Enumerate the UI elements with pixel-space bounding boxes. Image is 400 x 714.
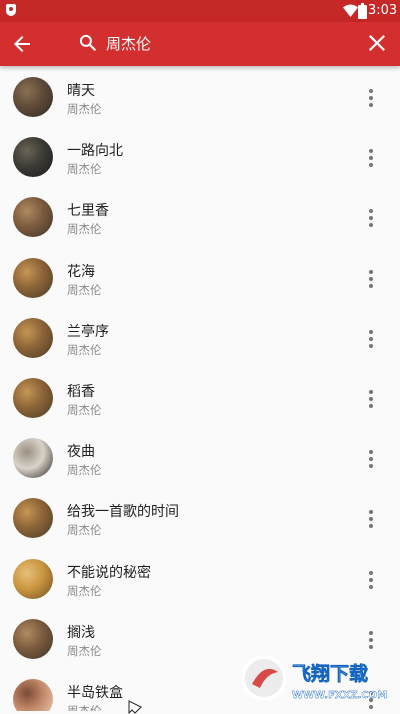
song-artist: 周杰伦 bbox=[67, 342, 102, 357]
status-bar: 3:03 bbox=[0, 0, 400, 22]
song-artist: 周杰伦 bbox=[67, 102, 102, 116]
search-input[interactable] bbox=[106, 31, 336, 55]
search-icon bbox=[79, 34, 96, 51]
song-row[interactable]: 晴天 周杰伦 bbox=[0, 67, 400, 127]
album-cover bbox=[13, 378, 53, 418]
album-cover bbox=[13, 558, 53, 599]
song-artist: 周杰伦 bbox=[67, 403, 102, 417]
song-row[interactable]: 不能说的秘密 周杰伦 bbox=[0, 549, 400, 609]
watermark-text: 飞翔下载 bbox=[292, 662, 368, 685]
song-artist: 周杰伦 bbox=[67, 704, 102, 711]
status-time: 3:03 bbox=[368, 3, 398, 18]
song-title: 兰亭序 bbox=[67, 323, 109, 340]
album-cover bbox=[13, 618, 53, 659]
more-vert-icon[interactable] bbox=[362, 207, 380, 229]
more-vert-icon[interactable] bbox=[362, 629, 380, 651]
more-vert-icon[interactable] bbox=[362, 388, 380, 410]
battery-icon bbox=[358, 3, 367, 19]
song-row[interactable]: 兰亭序 周杰伦 bbox=[0, 308, 400, 368]
more-vert-icon[interactable] bbox=[362, 508, 380, 530]
watermark-logo: 飞翔下载 WWW.FXXZ.COM bbox=[241, 655, 387, 701]
song-title: 花海 bbox=[67, 263, 95, 280]
song-artist: 周杰伦 bbox=[67, 222, 102, 237]
song-row[interactable]: 给我一首歌的时间 周杰伦 bbox=[0, 488, 400, 548]
album-cover bbox=[13, 137, 53, 178]
song-list: 晴天 周杰伦 一路向北 周杰伦 七里香 周杰伦 花海 周杰伦 兰亭序 周杰伦 稻香 周杰伦 夜曲 周杰伦给… bbox=[0, 66, 400, 711]
album-cover bbox=[13, 317, 53, 358]
more-vert-icon[interactable] bbox=[362, 147, 380, 169]
more-vert-icon[interactable] bbox=[362, 87, 380, 109]
song-row[interactable]: 一路向北 周杰伦 bbox=[0, 127, 400, 187]
more-vert-icon[interactable] bbox=[362, 448, 380, 470]
song-row[interactable]: 夜曲 周杰伦 bbox=[0, 428, 400, 488]
song-title: 稻香 bbox=[67, 384, 95, 400]
song-artist: 周杰伦 bbox=[67, 643, 102, 658]
more-vert-icon[interactable] bbox=[362, 268, 380, 290]
song-title: 夜曲 bbox=[67, 444, 95, 461]
song-title: 一路向北 bbox=[67, 143, 123, 160]
song-title: 给我一首歌的时间 bbox=[67, 504, 179, 521]
watermark-url: WWW.FXXZ.COM bbox=[292, 690, 387, 701]
album-cover bbox=[13, 77, 53, 117]
song-title: 搁浅 bbox=[67, 624, 95, 641]
song-title: 半岛铁盒 bbox=[67, 685, 123, 701]
close-icon[interactable] bbox=[366, 32, 388, 54]
mouse-pointer-icon bbox=[128, 700, 142, 714]
album-cover bbox=[13, 679, 53, 711]
song-row[interactable]: 七里香 周杰伦 bbox=[0, 187, 400, 247]
album-cover bbox=[13, 257, 53, 298]
app-bar bbox=[0, 22, 400, 66]
song-artist: 周杰伦 bbox=[67, 523, 102, 538]
song-artist: 周杰伦 bbox=[67, 583, 102, 598]
shield-icon bbox=[6, 4, 16, 16]
wifi-icon bbox=[343, 4, 358, 17]
more-vert-icon[interactable] bbox=[362, 328, 380, 350]
song-artist: 周杰伦 bbox=[67, 463, 102, 478]
song-title: 七里香 bbox=[67, 203, 109, 220]
more-vert-icon[interactable] bbox=[362, 569, 380, 591]
song-title: 不能说的秘密 bbox=[67, 564, 151, 581]
song-artist: 周杰伦 bbox=[67, 282, 102, 297]
song-artist: 周杰伦 bbox=[67, 162, 102, 177]
album-cover bbox=[13, 197, 53, 238]
album-cover bbox=[13, 498, 53, 539]
song-row[interactable]: 花海 周杰伦 bbox=[0, 248, 400, 308]
song-title: 晴天 bbox=[67, 83, 95, 99]
song-row[interactable]: 稻香 周杰伦 bbox=[0, 368, 400, 428]
album-cover bbox=[13, 438, 53, 479]
arrow-left-icon[interactable] bbox=[10, 32, 34, 56]
